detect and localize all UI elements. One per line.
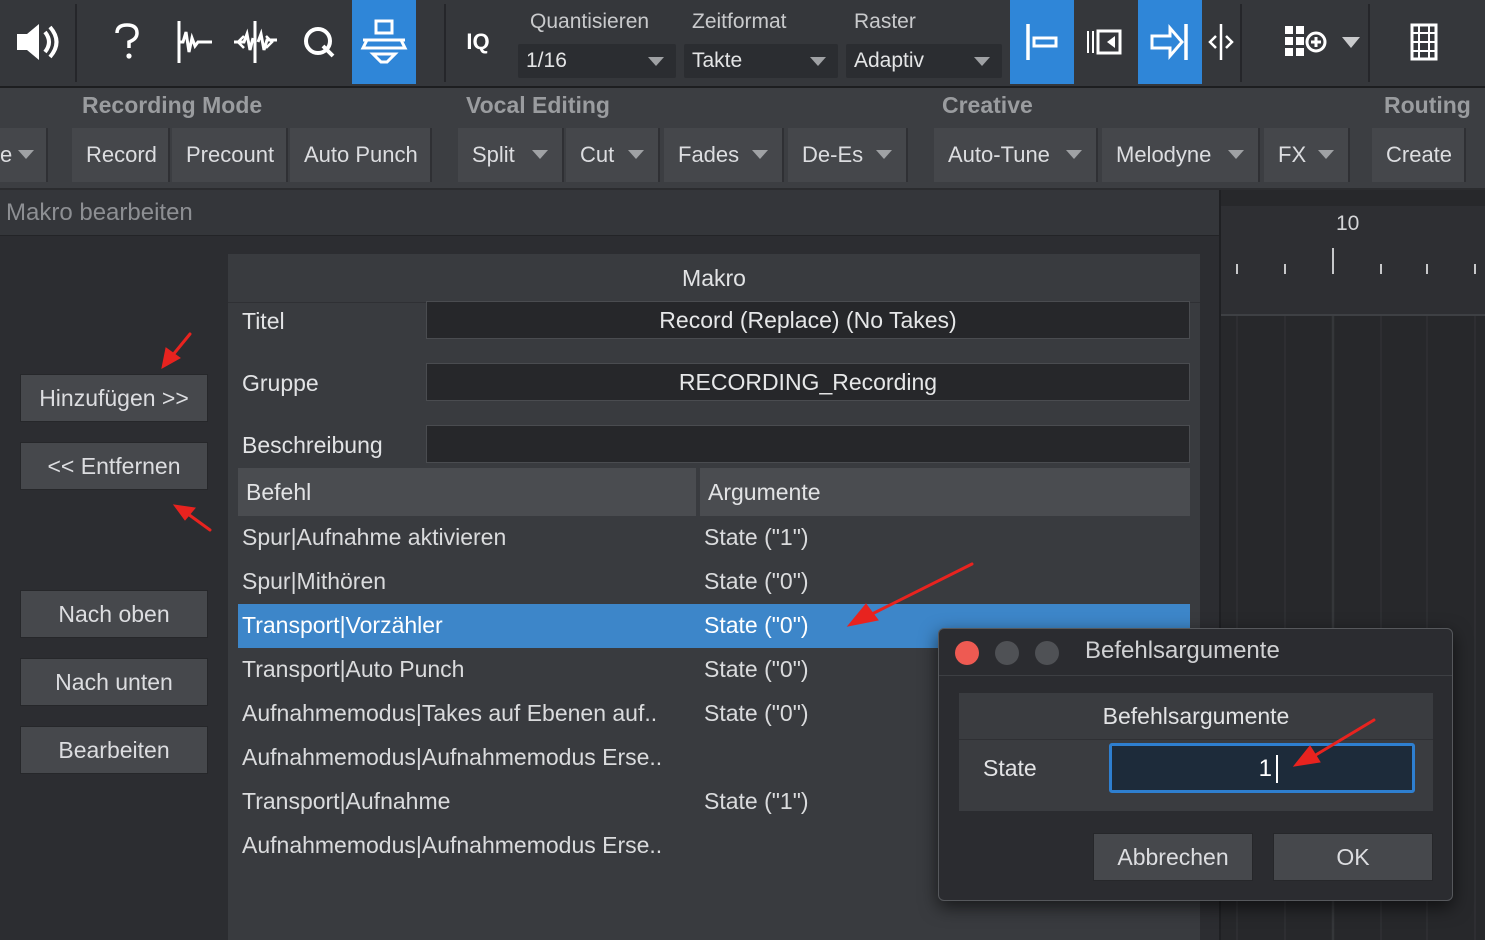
arrow-icon [1292, 718, 1376, 767]
arrow-icon [161, 332, 192, 369]
arrow-icon [846, 562, 974, 627]
arrow-icon [172, 504, 212, 532]
annotation-arrows [161, 332, 1376, 767]
